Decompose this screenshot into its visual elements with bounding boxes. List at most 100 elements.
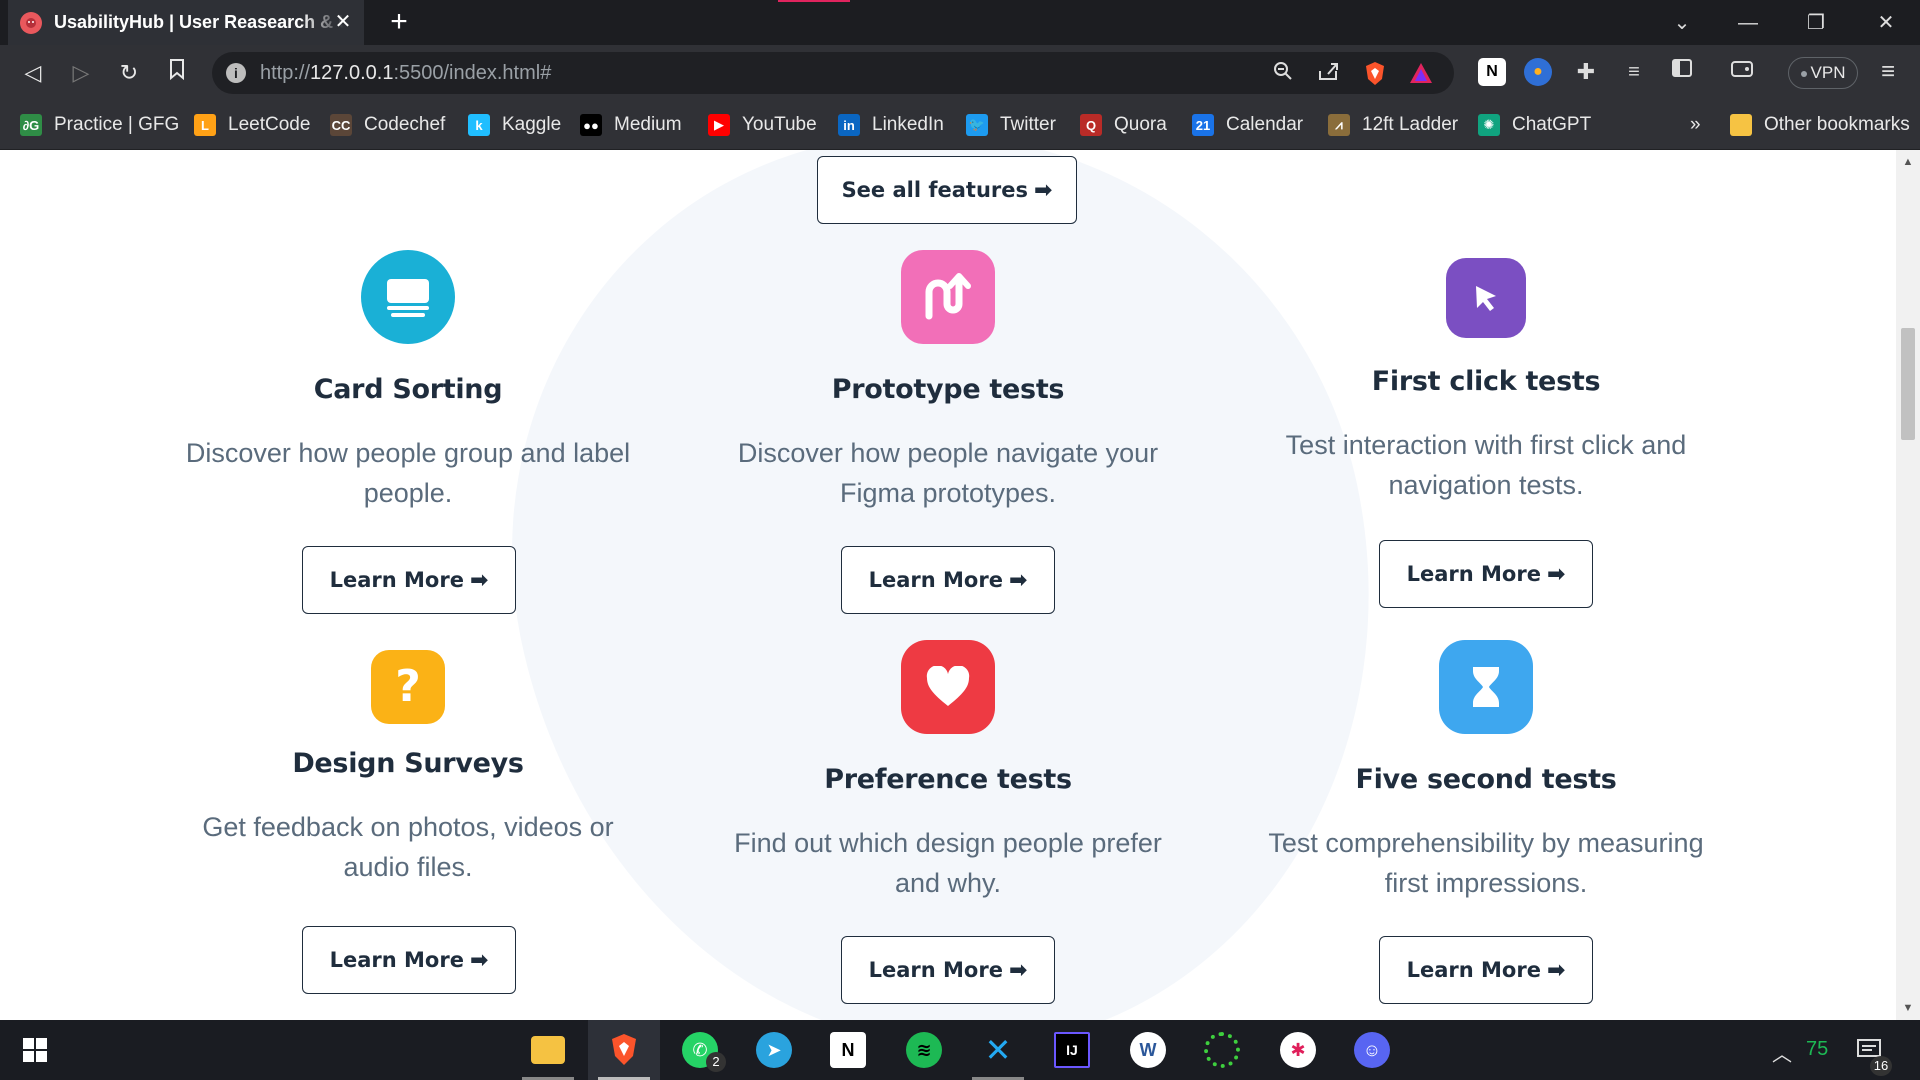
codechef-icon: CC — [330, 114, 352, 136]
wallet-icon[interactable] — [1728, 58, 1756, 86]
reload-button[interactable]: ↻ — [114, 58, 144, 88]
feature-design-surveys: ? Design Surveys Get feedback on photos,… — [168, 650, 648, 887]
brave-taskbar-icon[interactable] — [588, 1020, 660, 1080]
feature-description: Test interaction with first click and na… — [1285, 430, 1687, 500]
feature-description: Get feedback on photos, videos or audio … — [202, 812, 614, 882]
feature-description: Discover how people navigate your Figma … — [737, 438, 1159, 508]
vscode-taskbar-icon[interactable]: ✕ — [962, 1020, 1034, 1080]
hourglass-icon — [1439, 640, 1533, 734]
other-bookmarks-folder[interactable]: Other bookmarks — [1730, 112, 1910, 138]
gfg-icon: ∂G — [20, 114, 42, 136]
file-explorer-taskbar-icon[interactable] — [512, 1020, 584, 1080]
notion-extension-icon[interactable]: N — [1478, 58, 1506, 86]
scroll-thumb[interactable] — [1901, 328, 1915, 440]
media-controls-icon[interactable]: ≡ — [1620, 58, 1648, 86]
bookmark-practice-gfg[interactable]: ∂G Practice | GFG — [20, 112, 179, 138]
back-button[interactable]: ◁ — [18, 58, 48, 88]
learn-more-button-card-sorting[interactable]: Learn More ➡ — [302, 546, 516, 614]
feature-card-sorting: Card Sorting Discover how people group a… — [168, 250, 648, 513]
start-button[interactable] — [0, 1020, 70, 1080]
brave-shields-icon[interactable] — [1362, 61, 1388, 87]
heart-icon — [901, 640, 995, 734]
tab-close-button[interactable]: ✕ — [332, 11, 354, 33]
spotify-taskbar-icon[interactable]: ≋ — [888, 1020, 960, 1080]
share-icon[interactable] — [1316, 61, 1342, 87]
feature-prototype-tests: Prototype tests Discover how people navi… — [708, 250, 1188, 513]
leetcode-icon: L — [194, 114, 216, 136]
word-taskbar-icon[interactable]: W — [1112, 1020, 1184, 1080]
telegram-taskbar-icon[interactable]: ➤ — [738, 1020, 810, 1080]
notification-icon[interactable]: 16 — [1856, 1038, 1892, 1076]
bookmark-kaggle[interactable]: k Kaggle — [468, 112, 561, 138]
learn-more-button-design-surveys[interactable]: Learn More ➡ — [302, 926, 516, 994]
bookmark-linkedin[interactable]: in LinkedIn — [838, 112, 944, 138]
bookmark-youtube[interactable]: ▶ YouTube — [708, 112, 817, 138]
bookmark-icon[interactable] — [162, 58, 192, 88]
bookmark-quora[interactable]: Q Quora — [1080, 112, 1167, 138]
prototype-icon — [901, 250, 995, 344]
address-bar[interactable]: i http://127.0.0.1:5500/index.html# — [212, 52, 1454, 94]
bookmarks-bar: » Other bookmarks ∂G Practice | GFG L LeetC… — [0, 100, 1920, 150]
intellij-taskbar-icon[interactable]: IJ — [1036, 1020, 1108, 1080]
site-info-icon[interactable]: i — [226, 63, 246, 83]
extensions-puzzle-icon[interactable]: ✚ — [1572, 58, 1600, 86]
extension-icon[interactable]: ● — [1524, 58, 1552, 86]
page-scrollbar[interactable]: ▲ ▼ — [1896, 150, 1920, 1020]
learn-more-button-preference[interactable]: Learn More ➡ — [841, 936, 1055, 1004]
bookmark-leetcode[interactable]: L LeetCode — [194, 112, 310, 138]
youtube-icon: ▶ — [708, 114, 730, 136]
tab-title: UsabilityHub | User Reasearch & UX — [54, 12, 344, 32]
feature-title: Design Surveys — [292, 748, 524, 779]
slack-taskbar-icon[interactable]: ✱ — [1262, 1020, 1334, 1080]
scroll-up-arrow-icon[interactable]: ▲ — [1902, 156, 1914, 168]
bookmark-chatgpt[interactable]: ✺ ChatGPT — [1478, 112, 1591, 138]
tab-active[interactable]: UsabilityHub | User Reasearch & UX ✕ — [8, 0, 364, 45]
url-text[interactable]: http://127.0.0.1:5500/index.html# — [260, 62, 551, 85]
learn-more-button-first-click[interactable]: Learn More ➡ — [1379, 540, 1593, 608]
new-tab-button[interactable]: + — [384, 7, 414, 38]
tab-bar: UsabilityHub | User Reasearch & UX ✕ + ⌄… — [0, 0, 1920, 45]
sidebar-toggle-icon[interactable] — [1668, 58, 1696, 86]
notification-count: 16 — [1870, 1056, 1892, 1076]
see-all-features-button[interactable]: See all features ➡ — [817, 156, 1077, 224]
tray-indicator[interactable]: 75 — [1806, 1038, 1828, 1061]
feature-description: Find out which design people prefer and … — [734, 828, 1162, 898]
tab-strip-indicator — [778, 0, 850, 2]
minimize-button[interactable]: — — [1728, 8, 1768, 38]
bookmark-codechef[interactable]: CC Codechef — [330, 112, 445, 138]
card-sorting-icon — [361, 250, 455, 344]
close-window-button[interactable]: ✕ — [1866, 8, 1906, 38]
scroll-down-arrow-icon[interactable]: ▼ — [1902, 1002, 1914, 1014]
bookmark-calendar[interactable]: 21 Calendar — [1192, 112, 1303, 138]
calendar-icon: 21 — [1192, 114, 1214, 136]
bookmark-12ft-ladder[interactable]: ⩘ 12ft Ladder — [1328, 112, 1458, 138]
taskbar: ✆ 2 ➤ N ≋ ✕ IJ W ✱ ☺ ︿ 75 16 — [0, 1020, 1920, 1080]
whatsapp-taskbar-icon[interactable]: ✆ 2 — [664, 1020, 736, 1080]
learn-more-button-prototype[interactable]: Learn More ➡ — [841, 546, 1055, 614]
brave-rewards-icon[interactable] — [1408, 61, 1434, 87]
discord-taskbar-icon[interactable]: ☺ — [1336, 1020, 1408, 1080]
zoom-icon[interactable] — [1270, 61, 1296, 87]
feature-title: Card Sorting — [313, 374, 503, 405]
feature-description: Test comprehensibility by measuring firs… — [1268, 828, 1704, 898]
restore-button[interactable]: ❐ — [1796, 8, 1836, 38]
tray-chevron-icon[interactable]: ︿ — [1772, 1038, 1792, 1067]
feature-description: Discover how people group and label peop… — [185, 438, 631, 508]
feature-first-click-tests: First click tests Test interaction with … — [1246, 258, 1726, 505]
cursor-icon — [1446, 258, 1526, 338]
vpn-button[interactable]: VPN — [1788, 57, 1858, 89]
bookmarks-overflow-button[interactable]: » — [1690, 112, 1701, 138]
bookmark-medium[interactable]: ●● Medium — [580, 112, 682, 138]
app-taskbar-icon[interactable] — [1186, 1020, 1258, 1080]
notion-taskbar-icon[interactable]: N — [812, 1020, 884, 1080]
bookmark-twitter[interactable]: 🐦 Twitter — [966, 112, 1056, 138]
feature-title: Five second tests — [1355, 764, 1617, 795]
twitter-icon: 🐦 — [966, 114, 988, 136]
tab-search-button[interactable]: ⌄ — [1662, 8, 1702, 38]
menu-icon[interactable]: ≡ — [1874, 58, 1902, 86]
forward-button[interactable]: ▷ — [66, 58, 96, 88]
whatsapp-badge: 2 — [706, 1052, 726, 1072]
page-content: See all features ➡ Card Sorting Discover … — [0, 150, 1896, 1020]
chatgpt-icon: ✺ — [1478, 114, 1500, 136]
learn-more-button-five-second[interactable]: Learn More ➡ — [1379, 936, 1593, 1004]
